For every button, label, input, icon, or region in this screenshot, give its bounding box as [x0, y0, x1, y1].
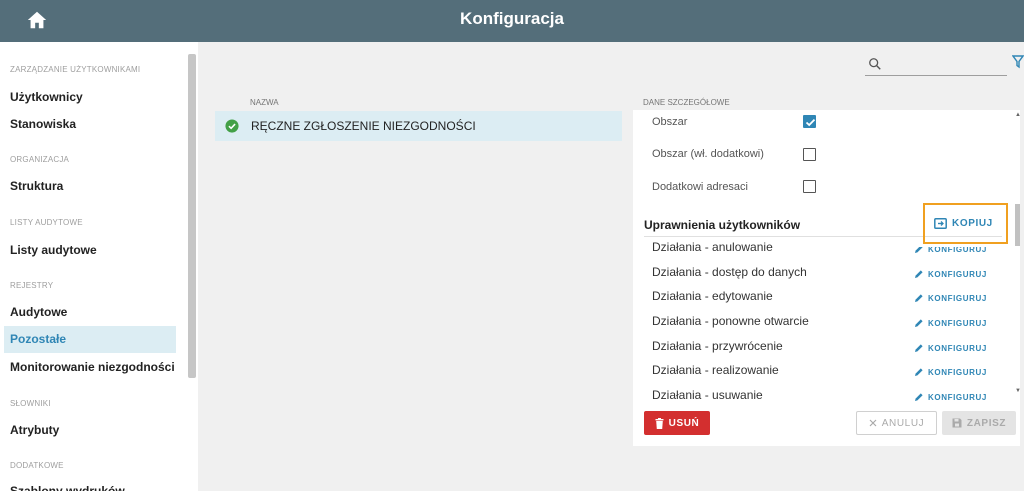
sidebar-section-organization: ORGANIZACJA	[10, 155, 70, 164]
sidebar-item-attributes[interactable]: Atrybuty	[4, 417, 176, 444]
page-title: Konfiguracja	[460, 9, 564, 28]
search-box	[865, 52, 1007, 76]
area-owners-checkbox[interactable]	[803, 148, 816, 161]
sidebar-item-other[interactable]: Pozostałe	[4, 326, 176, 353]
configure-button-label: KONFIGURUJ	[928, 367, 987, 377]
field-label-area: Obszar	[652, 116, 688, 128]
sidebar-item-audit-lists[interactable]: Listy audytowe	[4, 237, 176, 264]
search-input[interactable]	[887, 54, 1005, 74]
field-label-area-owners: Obszar (wł. dodatkowi)	[652, 148, 764, 160]
permission-label: Działania - ponowne otwarcie	[652, 314, 809, 328]
search-icon	[869, 58, 881, 70]
configure-button-label: KONFIGURUJ	[928, 318, 987, 328]
list-item[interactable]: RĘCZNE ZGŁOSZENIE NIEZGODNOŚCI	[215, 111, 622, 141]
sidebar-section-registers: REJESTRY	[10, 281, 54, 290]
checkmark-icon	[805, 118, 816, 127]
sidebar-item-users[interactable]: Użytkownicy	[4, 84, 176, 111]
list-item-label: RĘCZNE ZGŁOSZENIE NIEZGODNOŚCI	[251, 119, 476, 133]
sidebar-item-structure[interactable]: Struktura	[4, 173, 176, 200]
copy-button-label: KOPIUJ	[952, 217, 993, 229]
details-scrollbar[interactable]	[1014, 110, 1020, 400]
area-checkbox[interactable]	[803, 115, 816, 128]
sidebar-item-nonconformity-monitoring[interactable]: Monitorowanie niezgodności	[4, 354, 176, 381]
permissions-title: Uprawnienia użytkowników	[644, 218, 801, 232]
copy-icon	[934, 217, 947, 229]
details-scrollbar-thumb[interactable]	[1015, 204, 1020, 246]
pencil-icon	[915, 393, 923, 401]
configure-button[interactable]: KONFIGURUJ	[914, 342, 987, 354]
save-button[interactable]: ZAPISZ	[942, 411, 1016, 435]
configure-button[interactable]: KONFIGURUJ	[914, 317, 987, 329]
top-bar: Konfiguracja	[0, 0, 1024, 42]
sidebar-item-audit[interactable]: Audytowe	[4, 299, 176, 326]
save-icon	[952, 418, 962, 428]
scroll-up-icon[interactable]: ▲	[1015, 112, 1021, 118]
configure-button[interactable]: KONFIGURUJ	[914, 268, 987, 280]
configure-button-label: KONFIGURUJ	[928, 269, 987, 279]
configure-button[interactable]: KONFIGURUJ	[914, 391, 987, 403]
delete-button-label: USUŃ	[668, 417, 700, 429]
configure-button-label: KONFIGURUJ	[928, 392, 987, 402]
close-icon	[869, 419, 877, 427]
scroll-down-icon[interactable]: ▼	[1015, 388, 1021, 394]
additional-recipients-checkbox[interactable]	[803, 180, 816, 193]
copy-button[interactable]: KOPIUJ	[934, 216, 993, 230]
sidebar-section-additional: DODATKOWE	[10, 461, 64, 470]
configure-button-label: KONFIGURUJ	[928, 293, 987, 303]
configure-button[interactable]: KONFIGURUJ	[914, 366, 987, 378]
pencil-icon	[915, 270, 923, 278]
permission-label: Działania - przywrócenie	[652, 339, 783, 353]
pencil-icon	[915, 368, 923, 376]
sidebar-scrollbar[interactable]	[188, 54, 196, 378]
permission-label: Działania - anulowanie	[652, 240, 773, 254]
field-label-additional-recipients: Dodatkowi adresaci	[652, 181, 748, 193]
pencil-icon	[915, 294, 923, 302]
cancel-button-label: ANULUJ	[881, 417, 925, 429]
sidebar-section-audit-lists: LISTY AUDYTOWE	[10, 218, 83, 227]
trash-icon	[655, 417, 664, 429]
permission-label: Działania - dostęp do danych	[652, 265, 807, 279]
sidebar-item-positions[interactable]: Stanowiska	[4, 111, 176, 138]
permission-label: Działania - usuwanie	[652, 388, 763, 402]
check-circle-icon	[225, 119, 239, 133]
permission-label: Działania - realizowanie	[652, 363, 779, 377]
sidebar-item-print-templates[interactable]: Szablony wydruków	[4, 478, 176, 491]
configure-button[interactable]: KONFIGURUJ	[914, 292, 987, 304]
save-button-label: ZAPISZ	[966, 417, 1007, 429]
sidebar-section-dictionaries: SŁOWNIKI	[10, 399, 51, 408]
pencil-icon	[915, 319, 923, 327]
pencil-icon	[915, 344, 923, 352]
details-header: DANE SZCZEGÓŁOWE	[643, 98, 730, 107]
sidebar-section-users: ZARZĄDZANIE UŻYTKOWNIKAMI	[10, 65, 141, 74]
configure-button-label: KONFIGURUJ	[928, 343, 987, 353]
filter-icon[interactable]	[1012, 55, 1024, 69]
list-column-header: NAZWA	[250, 98, 279, 107]
permission-label: Działania - edytowanie	[652, 289, 773, 303]
cancel-button[interactable]: ANULUJ	[856, 411, 937, 435]
delete-button[interactable]: USUŃ	[644, 411, 710, 435]
